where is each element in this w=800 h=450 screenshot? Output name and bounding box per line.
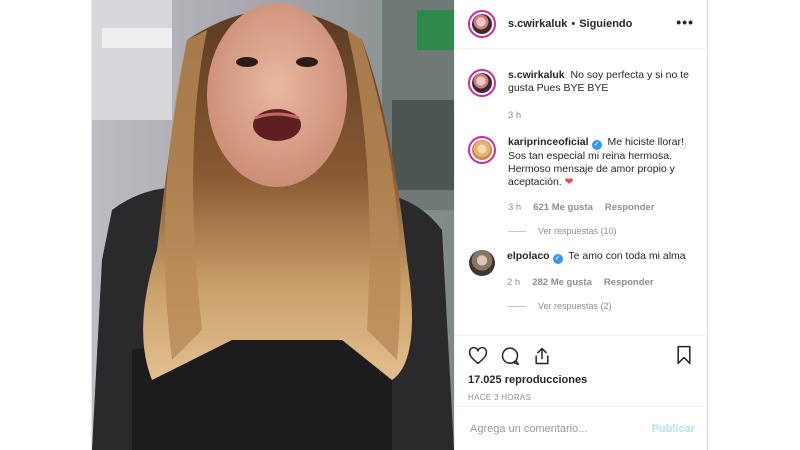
caption: s.cwirkaluk No soy perfecta y si no te g… — [468, 69, 695, 122]
comment-meta: 2 h 282 Me gusta Responder — [507, 276, 695, 289]
header-separator: • — [571, 18, 576, 30]
caption-meta: 3 h — [508, 109, 695, 122]
comment-time[interactable]: 3 h — [508, 201, 521, 214]
verified-badge-icon: ✓ — [591, 140, 602, 150]
comment-time[interactable]: 2 h — [507, 276, 520, 289]
reply-button[interactable]: Responder — [605, 201, 655, 214]
caption-body: s.cwirkaluk No soy perfecta y si no te g… — [508, 69, 695, 122]
caption-username[interactable]: s.cwirkaluk — [508, 69, 565, 81]
share-icon[interactable] — [532, 346, 552, 366]
comment-item: kariprinceoficial ✓ Me hiciste llorar! So… — [468, 136, 695, 214]
bookmark-icon[interactable] — [675, 345, 693, 365]
red-heart-emoji: ❤ — [564, 176, 574, 188]
more-options-icon[interactable]: ••• — [676, 14, 694, 30]
comment-text: Te amo con toda mi alma — [568, 250, 686, 262]
caption-time[interactable]: 3 h — [508, 109, 521, 122]
caption-avatar[interactable] — [468, 69, 496, 97]
post-header: s.cwirkaluk • Siguiendo ••• — [455, 0, 708, 49]
post-age: HACE 3 HORAS — [468, 393, 532, 402]
comment-likes[interactable]: 621 Me gusta — [533, 201, 593, 214]
post-sidebar: s.cwirkaluk • Siguiendo ••• s.cwirkaluk … — [454, 0, 708, 450]
comment-like-heart-icon[interactable]: ♡ — [678, 142, 687, 153]
commenter-avatar[interactable] — [468, 136, 496, 164]
verified-badge-icon: ✓ — [552, 254, 563, 264]
publish-button[interactable]: Publicar — [652, 423, 695, 435]
author-username[interactable]: s.cwirkaluk — [508, 18, 567, 30]
view-replies-button[interactable]: Ver respuestas (10) — [508, 226, 695, 236]
comment-input[interactable] — [468, 421, 642, 436]
comment-bubble-icon[interactable] — [500, 346, 520, 366]
follow-status-button[interactable]: Siguiendo — [579, 18, 632, 30]
comment-like-heart-icon[interactable]: ♡ — [678, 256, 687, 267]
comment-body: elpolaco ✓ Te amo con toda mi alma 2 h 28… — [507, 250, 695, 289]
instagram-post: s.cwirkaluk • Siguiendo ••• s.cwirkaluk … — [91, 0, 708, 450]
view-replies-button[interactable]: Ver respuestas (2) — [508, 301, 695, 311]
post-video[interactable] — [92, 0, 454, 450]
action-icons — [468, 336, 695, 376]
comment-body: kariprinceoficial ✓ Me hiciste llorar! So… — [508, 136, 695, 214]
comment-likes[interactable]: 282 Me gusta — [532, 276, 592, 289]
view-replies-label: Ver respuestas (10) — [538, 226, 617, 236]
add-comment-bar: Publicar — [455, 406, 708, 450]
comment-item: elpolaco ✓ Te amo con toda mi alma 2 h 28… — [468, 250, 695, 289]
comment-username[interactable]: kariprinceoficial — [508, 136, 589, 148]
comment-username[interactable]: elpolaco — [507, 250, 550, 262]
reply-button[interactable]: Responder — [604, 276, 654, 289]
view-replies-label: Ver respuestas (2) — [538, 301, 612, 311]
like-heart-icon[interactable] — [468, 346, 488, 366]
video-frame — [92, 0, 454, 450]
author-avatar[interactable] — [468, 10, 496, 38]
commenter-avatar[interactable] — [469, 250, 495, 276]
post-actions: 17.025 reproducciones HACE 3 HORAS — [455, 335, 708, 402]
replies-divider — [508, 230, 526, 232]
comment-meta: 3 h 621 Me gusta Responder — [508, 201, 695, 214]
replies-divider — [508, 305, 526, 307]
comments-list[interactable]: s.cwirkaluk No soy perfecta y si no te g… — [455, 49, 708, 335]
